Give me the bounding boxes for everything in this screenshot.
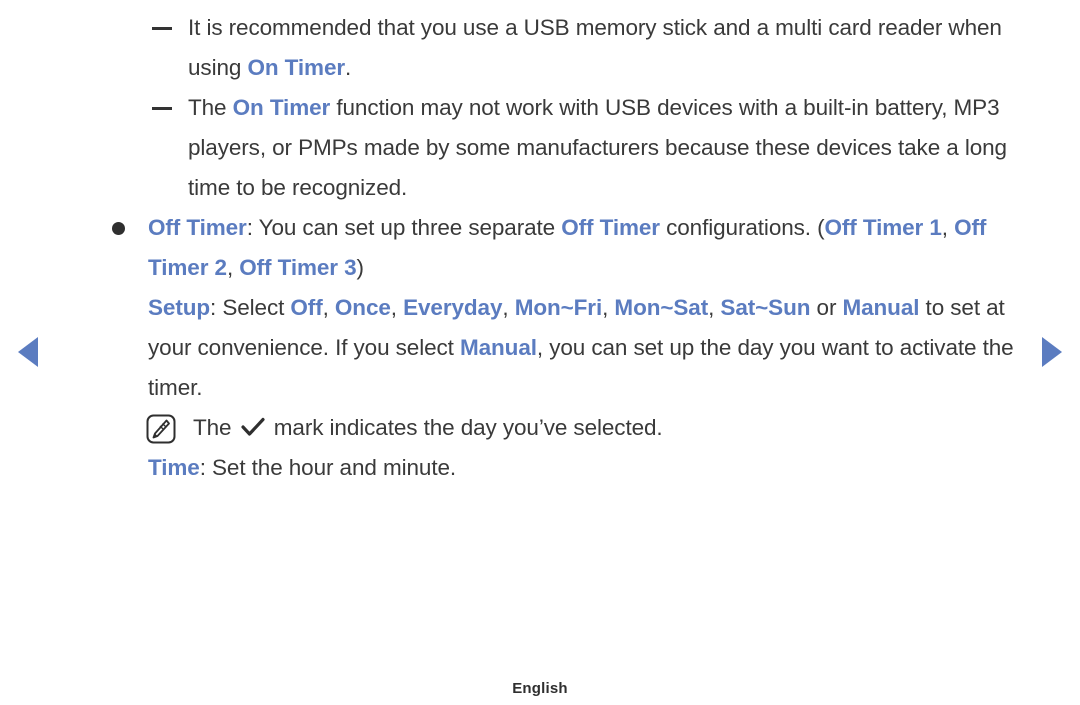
item1-highlight-on-timer: On Timer bbox=[247, 55, 346, 80]
page-content: It is recommended that you use a USB mem… bbox=[0, 0, 1080, 488]
item4-highlight-sat-sun: Sat~Sun bbox=[720, 295, 811, 320]
list-item-time: Time: Set the hour and minute. bbox=[0, 448, 1080, 488]
item5-text-part1: : Set the hour and minute. bbox=[199, 455, 457, 480]
item3-highlight-off-timer: Off Timer bbox=[148, 215, 247, 240]
list-item-setup: Setup: Select Off, Once, Everyday, Mon~F… bbox=[0, 288, 1080, 408]
note-text-part1: The bbox=[193, 415, 238, 440]
note-row: The mark indicates the day you’ve select… bbox=[0, 408, 1080, 448]
item4-highlight-once: Once bbox=[334, 295, 391, 320]
item4-text-part7: or bbox=[810, 295, 843, 320]
item3-text-part2: configurations. ( bbox=[659, 215, 825, 240]
item5-highlight-time: Time bbox=[148, 455, 200, 480]
item3-text-part3: , bbox=[941, 215, 955, 240]
item4-highlight-manual-2: Manual bbox=[459, 335, 537, 360]
list-item-bullet-off-timer: Off Timer: You can set up three separate… bbox=[0, 208, 1080, 288]
item1-text-part2: . bbox=[345, 55, 352, 80]
dash-marker-icon bbox=[152, 8, 172, 48]
note-text-part2: mark indicates the day you’ve selected. bbox=[267, 415, 663, 440]
item3-text-part4: , bbox=[226, 255, 240, 280]
item4-text-part3: , bbox=[390, 295, 404, 320]
item4-text-part2: , bbox=[322, 295, 335, 320]
bullet-dot-icon bbox=[112, 222, 125, 235]
item2-highlight-on-timer: On Timer bbox=[232, 95, 331, 120]
checkmark-icon bbox=[240, 411, 266, 436]
item3-highlight-off-timer-2: Off Timer bbox=[561, 215, 660, 240]
item4-highlight-mon-sat: Mon~Sat bbox=[614, 295, 709, 320]
emanual-page: It is recommended that you use a USB mem… bbox=[0, 0, 1080, 705]
item4-highlight-manual: Manual bbox=[842, 295, 920, 320]
note-pencil-icon bbox=[146, 414, 176, 444]
footer-language-label: English bbox=[512, 680, 568, 697]
list-item-dash-1: It is recommended that you use a USB mem… bbox=[0, 8, 1080, 88]
item4-highlight-mon-fri: Mon~Fri bbox=[514, 295, 603, 320]
item4-text-part4: , bbox=[502, 295, 515, 320]
item3-text-part5: ) bbox=[356, 255, 365, 280]
item3-highlight-off-timer-3: Off Timer 3 bbox=[239, 255, 357, 280]
item4-text-part5: , bbox=[602, 295, 615, 320]
item4-text-part1: : Select bbox=[210, 295, 291, 320]
list-item-dash-2: The On Timer function may not work with … bbox=[0, 88, 1080, 208]
item2-text-part1: The bbox=[188, 95, 233, 120]
item4-highlight-setup: Setup bbox=[148, 295, 211, 320]
item3-highlight-off-timer-1: Off Timer 1 bbox=[824, 215, 942, 240]
item4-text-part6: , bbox=[708, 295, 721, 320]
item4-highlight-everyday: Everyday bbox=[403, 295, 503, 320]
item4-highlight-off: Off bbox=[290, 295, 323, 320]
dash-marker-icon bbox=[152, 88, 172, 128]
item3-text-part1: : You can set up three separate bbox=[246, 215, 562, 240]
